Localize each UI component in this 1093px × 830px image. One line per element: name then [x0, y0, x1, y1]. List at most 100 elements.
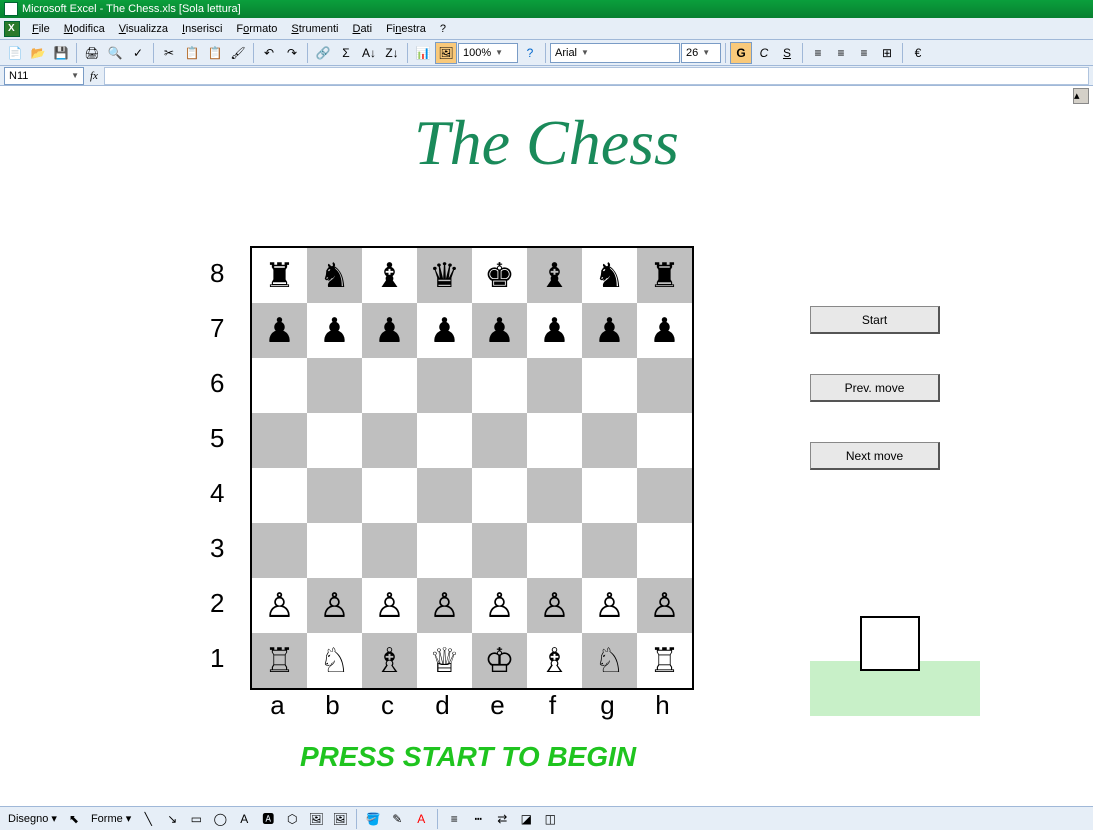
menu-help[interactable]: ?: [434, 21, 452, 37]
line-icon[interactable]: ╲: [137, 808, 159, 830]
square-a5[interactable]: [252, 413, 307, 468]
square-c2[interactable]: ♙: [362, 578, 417, 633]
save-icon[interactable]: 💾: [50, 42, 72, 64]
selection-cell[interactable]: [860, 616, 920, 671]
fx-icon[interactable]: fx: [90, 70, 98, 82]
square-b4[interactable]: [307, 468, 362, 523]
square-c8[interactable]: ♝: [362, 248, 417, 303]
square-d5[interactable]: [417, 413, 472, 468]
square-h1[interactable]: ♖: [637, 633, 692, 688]
bold-icon[interactable]: G: [730, 42, 752, 64]
square-e6[interactable]: [472, 358, 527, 413]
square-h8[interactable]: ♜: [637, 248, 692, 303]
fill-color-icon[interactable]: 🪣: [362, 808, 384, 830]
zoom-combo[interactable]: 100%▼: [458, 43, 518, 63]
oval-icon[interactable]: ◯: [209, 808, 231, 830]
square-c1[interactable]: ♗: [362, 633, 417, 688]
wordart-icon[interactable]: 🅰: [257, 808, 279, 830]
square-e3[interactable]: [472, 523, 527, 578]
3d-icon[interactable]: ◫: [539, 808, 561, 830]
square-g8[interactable]: ♞: [582, 248, 637, 303]
square-h3[interactable]: [637, 523, 692, 578]
square-d3[interactable]: [417, 523, 472, 578]
square-d6[interactable]: [417, 358, 472, 413]
square-g7[interactable]: ♟: [582, 303, 637, 358]
menu-dati[interactable]: Dati: [346, 21, 378, 37]
format-painter-icon[interactable]: 🖌: [227, 42, 249, 64]
sort-desc-icon[interactable]: Z↓: [381, 42, 403, 64]
menu-formato[interactable]: Formato: [230, 21, 283, 37]
new-icon[interactable]: 📄: [4, 42, 26, 64]
square-a2[interactable]: ♙: [252, 578, 307, 633]
square-f7[interactable]: ♟: [527, 303, 582, 358]
clipart-icon[interactable]: 🖼: [305, 808, 327, 830]
cut-icon[interactable]: ✂: [158, 42, 180, 64]
currency-icon[interactable]: €: [907, 42, 929, 64]
square-a1[interactable]: ♖: [252, 633, 307, 688]
square-b6[interactable]: [307, 358, 362, 413]
square-g2[interactable]: ♙: [582, 578, 637, 633]
chart-icon[interactable]: 📊: [412, 42, 434, 64]
square-d7[interactable]: ♟: [417, 303, 472, 358]
square-b5[interactable]: [307, 413, 362, 468]
square-f2[interactable]: ♙: [527, 578, 582, 633]
font-combo[interactable]: Arial▼: [550, 43, 680, 63]
hyperlink-icon[interactable]: 🔗: [312, 42, 334, 64]
align-right-icon[interactable]: ≡: [853, 42, 875, 64]
square-h2[interactable]: ♙: [637, 578, 692, 633]
square-f1[interactable]: ♗: [527, 633, 582, 688]
diagram-icon[interactable]: ⬡: [281, 808, 303, 830]
app-icon[interactable]: [4, 21, 20, 37]
square-c3[interactable]: [362, 523, 417, 578]
underline-icon[interactable]: S: [776, 42, 798, 64]
square-b3[interactable]: [307, 523, 362, 578]
forme-menu[interactable]: Forme ▾: [87, 810, 135, 827]
line-style-icon[interactable]: ≡: [443, 808, 465, 830]
align-left-icon[interactable]: ≡: [807, 42, 829, 64]
copy-icon[interactable]: 📋: [181, 42, 203, 64]
square-c7[interactable]: ♟: [362, 303, 417, 358]
square-f5[interactable]: [527, 413, 582, 468]
square-f6[interactable]: [527, 358, 582, 413]
square-e7[interactable]: ♟: [472, 303, 527, 358]
square-b1[interactable]: ♘: [307, 633, 362, 688]
square-g5[interactable]: [582, 413, 637, 468]
arrow-icon[interactable]: ↘: [161, 808, 183, 830]
menu-finestra[interactable]: Finestra: [380, 21, 432, 37]
square-g4[interactable]: [582, 468, 637, 523]
square-e8[interactable]: ♚: [472, 248, 527, 303]
align-center-icon[interactable]: ≡: [830, 42, 852, 64]
autosum-icon[interactable]: Σ: [335, 42, 357, 64]
square-c5[interactable]: [362, 413, 417, 468]
next-move-button[interactable]: Next move: [810, 442, 940, 470]
drawing-icon[interactable]: 🖼: [435, 42, 457, 64]
line-color-icon[interactable]: ✎: [386, 808, 408, 830]
prev-move-button[interactable]: Prev. move: [810, 374, 940, 402]
sort-asc-icon[interactable]: A↓: [358, 42, 380, 64]
square-a3[interactable]: [252, 523, 307, 578]
square-b7[interactable]: ♟: [307, 303, 362, 358]
undo-icon[interactable]: ↶: [258, 42, 280, 64]
square-b8[interactable]: ♞: [307, 248, 362, 303]
square-a8[interactable]: ♜: [252, 248, 307, 303]
square-a6[interactable]: [252, 358, 307, 413]
square-a7[interactable]: ♟: [252, 303, 307, 358]
scroll-up-icon[interactable]: ▴: [1073, 88, 1089, 104]
square-f8[interactable]: ♝: [527, 248, 582, 303]
square-e5[interactable]: [472, 413, 527, 468]
disegno-menu[interactable]: Disegno ▾: [4, 810, 61, 827]
textbox-icon[interactable]: A: [233, 808, 255, 830]
picture-icon[interactable]: 🖼: [329, 808, 351, 830]
menu-strumenti[interactable]: Strumenti: [285, 21, 344, 37]
square-g6[interactable]: [582, 358, 637, 413]
rect-icon[interactable]: ▭: [185, 808, 207, 830]
spell-icon[interactable]: ✓: [127, 42, 149, 64]
square-f3[interactable]: [527, 523, 582, 578]
square-f4[interactable]: [527, 468, 582, 523]
square-d8[interactable]: ♛: [417, 248, 472, 303]
italic-icon[interactable]: C: [753, 42, 775, 64]
chess-board[interactable]: ♜♞♝♛♚♝♞♜♟♟♟♟♟♟♟♟♙♙♙♙♙♙♙♙♖♘♗♕♔♗♘♖: [250, 246, 694, 690]
menu-modifica[interactable]: Modifica: [58, 21, 111, 37]
square-e2[interactable]: ♙: [472, 578, 527, 633]
open-icon[interactable]: 📂: [27, 42, 49, 64]
